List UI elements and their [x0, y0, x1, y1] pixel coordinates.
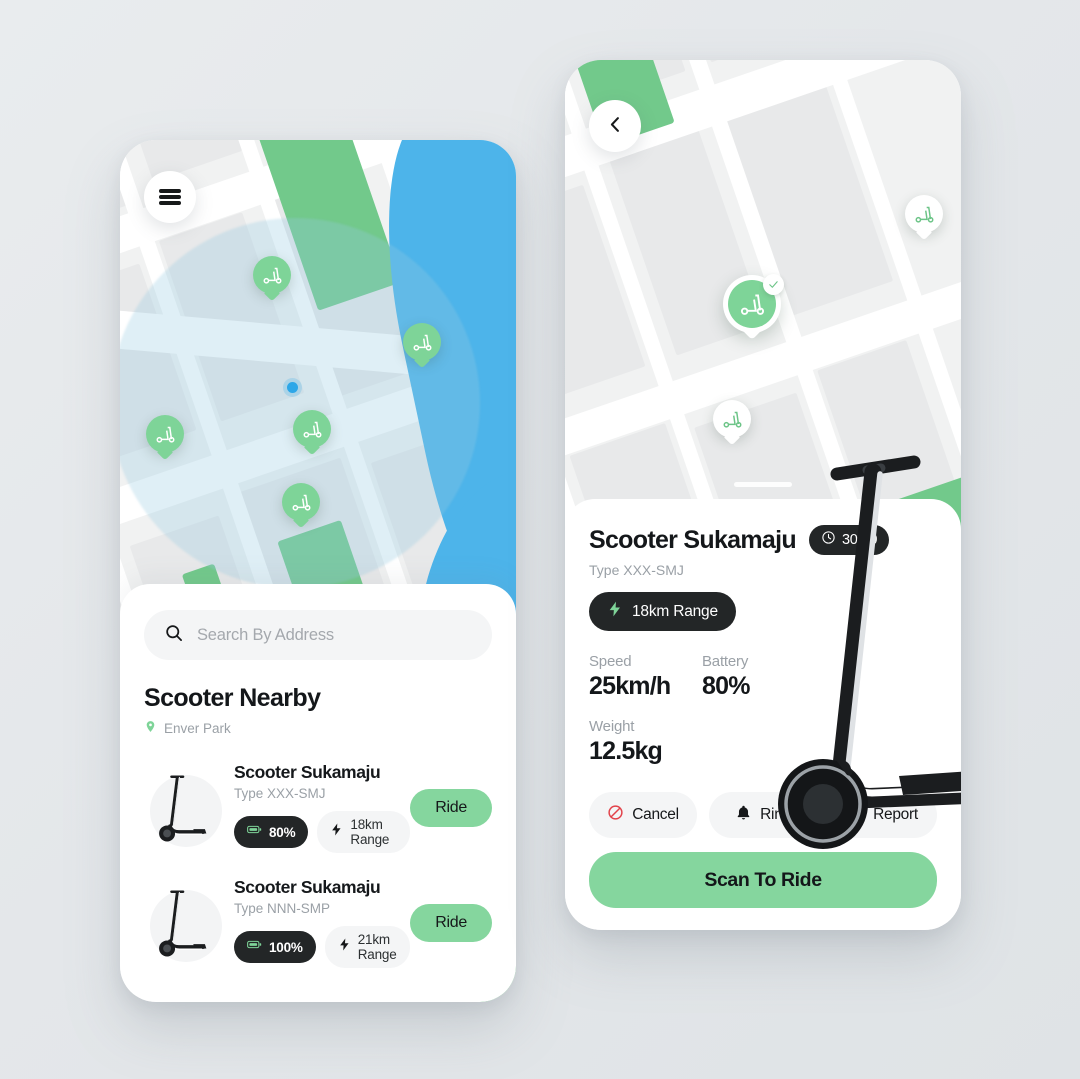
spec-value: 25km/h — [589, 672, 671, 700]
range-badge: 21km Range — [324, 926, 411, 968]
range-value: 21km Range — [357, 932, 397, 962]
scooter-marker-3[interactable] — [146, 415, 184, 453]
detail-header: Scooter Sukamaju 30:00 — [589, 525, 937, 555]
scooter-detail-sheet: Scooter Sukamaju 30:00 Type XXX-SMJ 18km… — [565, 499, 961, 930]
check-badge-icon — [763, 274, 784, 295]
timer-badge: 30:00 — [808, 525, 890, 555]
nearby-sheet: Search By Address Scooter Nearby Enver P… — [120, 584, 516, 1002]
bolt-icon — [607, 601, 623, 622]
chevron-left-icon — [606, 115, 625, 137]
scooter-type: Type XXX-SMJ — [589, 562, 684, 578]
battery-badge: 80% — [234, 816, 309, 848]
scooter-info: Scooter Sukamaju Type XXX-SMJ 80% 18km R… — [228, 762, 411, 853]
scooter-marker-2[interactable] — [403, 323, 441, 361]
back-button[interactable] — [589, 100, 641, 152]
spec-battery: Battery 80% — [702, 653, 815, 701]
scooter-marker-4[interactable] — [293, 410, 331, 448]
battery-value: 80% — [269, 824, 296, 840]
scooter-type: Type NNN-SMP — [234, 901, 331, 916]
bolt-icon — [338, 938, 351, 956]
spec-grid: Speed 25km/h Battery 80% Weight 12.5kg — [589, 653, 937, 766]
ride-button[interactable]: Ride — [410, 788, 492, 827]
menu-icon — [159, 187, 181, 208]
search-icon — [164, 623, 184, 648]
selected-scooter-marker[interactable] — [723, 274, 784, 333]
page-title: Scooter Nearby — [144, 684, 321, 712]
action-row: Cancel Ring Report — [589, 792, 937, 838]
spec-value: 12.5kg — [589, 737, 663, 765]
battery-badge: 100% — [234, 931, 316, 963]
scooter-type: Type XXX-SMJ — [234, 786, 326, 801]
cancel-label: Cancel — [632, 806, 679, 823]
range-value: 18km Range — [350, 817, 390, 847]
bell-icon — [735, 804, 752, 826]
app-mockup-stage: Search By Address Scooter Nearby Enver P… — [0, 0, 1080, 1079]
spec-value: 80% — [702, 672, 750, 700]
scooter-marker-top-right[interactable] — [905, 195, 943, 233]
scooter-thumbnail — [144, 878, 228, 968]
scooter-title: Scooter Sukamaju — [589, 525, 797, 554]
report-label: Report — [873, 806, 918, 823]
spec-row: Speed 25km/h Battery 80% — [589, 653, 937, 701]
list-item[interactable]: Scooter Sukamaju Type XXX-SMJ 80% 18km R… — [144, 750, 492, 865]
current-location-dot — [287, 382, 298, 393]
search-input[interactable]: Search By Address — [144, 610, 492, 660]
ride-button[interactable]: Ride — [410, 903, 492, 942]
cancel-button[interactable]: Cancel — [589, 792, 697, 838]
map-pin-icon — [144, 720, 157, 736]
scooter-marker-1[interactable] — [253, 256, 291, 294]
search-placeholder: Search By Address — [197, 625, 334, 644]
spec-weight: Weight 12.5kg — [589, 718, 702, 766]
ring-button[interactable]: Ring — [709, 792, 817, 838]
spec-label: Speed — [589, 653, 632, 670]
spec-speed: Speed 25km/h — [589, 653, 702, 701]
spec-row: Weight 12.5kg — [589, 718, 937, 766]
spec-label: Weight — [589, 718, 635, 735]
scooter-marker-bottom[interactable] — [713, 400, 751, 438]
range-badge: 18km Range — [317, 811, 411, 853]
phone-left-home-screen: Search By Address Scooter Nearby Enver P… — [120, 140, 516, 1002]
scooter-marker-5[interactable] — [282, 483, 320, 521]
scooter-list: Scooter Sukamaju Type XXX-SMJ 80% 18km R… — [144, 750, 492, 980]
scan-to-ride-button[interactable]: Scan To Ride — [589, 852, 937, 908]
spec-label: Battery — [702, 653, 749, 670]
location-label: Enver Park — [164, 720, 231, 736]
coverage-area — [120, 218, 480, 588]
scooter-chips: 100% 21km Range — [234, 926, 411, 968]
timer-value: 30:00 — [841, 532, 878, 548]
range-value: 18km Range — [632, 602, 718, 620]
scooter-thumbnail — [144, 763, 228, 853]
sheet-drag-handle-right[interactable] — [734, 482, 792, 487]
ring-label: Ring — [760, 806, 791, 823]
scooter-name: Scooter Sukamaju — [234, 762, 381, 782]
scooter-name: Scooter Sukamaju — [234, 877, 381, 897]
prohibited-icon — [607, 804, 624, 826]
phone-right-detail-screen: Scooter Sukamaju 30:00 Type XXX-SMJ 18km… — [565, 60, 961, 930]
clock-icon — [821, 530, 836, 550]
battery-value: 100% — [269, 939, 303, 955]
bolt-icon — [330, 823, 343, 841]
scooter-info: Scooter Sukamaju Type NNN-SMP 100% 21km … — [228, 877, 411, 968]
location-row: Enver Park — [144, 720, 492, 736]
battery-icon — [247, 822, 262, 842]
alert-icon — [848, 804, 865, 826]
report-button[interactable]: Report — [829, 792, 937, 838]
list-item[interactable]: Scooter Sukamaju Type NNN-SMP 100% 21km … — [144, 865, 492, 980]
scooter-chips: 80% 18km Range — [234, 811, 411, 853]
menu-button[interactable] — [144, 171, 196, 223]
battery-icon — [247, 937, 262, 957]
range-badge: 18km Range — [589, 592, 736, 631]
